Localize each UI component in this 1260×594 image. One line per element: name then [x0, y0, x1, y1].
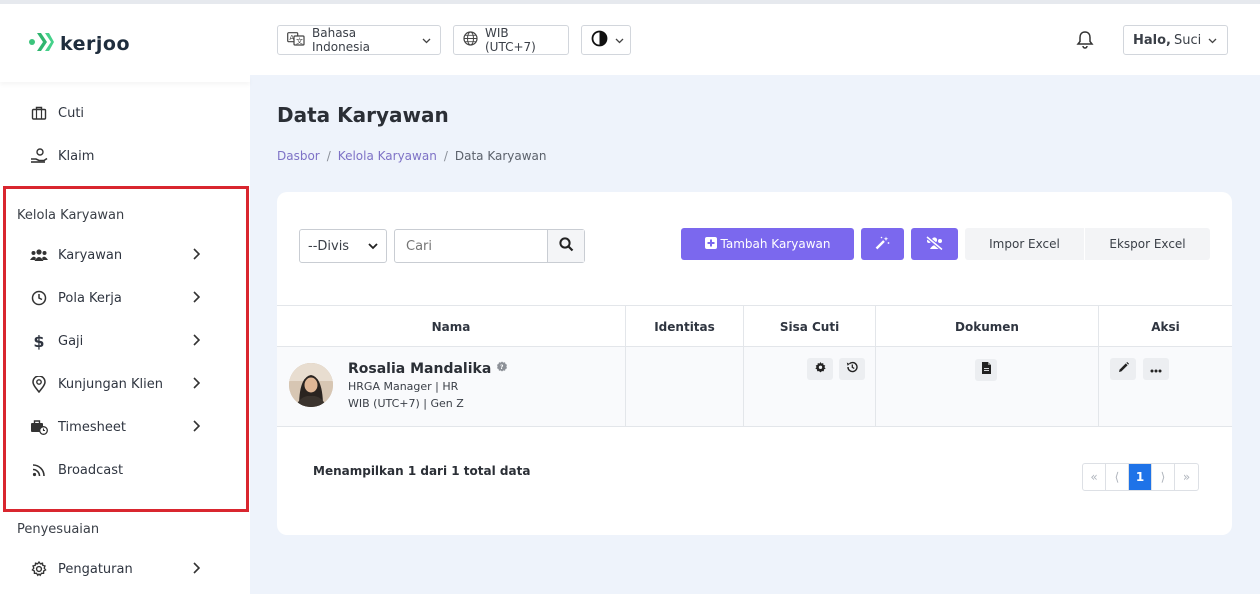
- employee-meta: WIB (UTC+7) | Gen Z: [348, 397, 464, 410]
- pagination-page-1[interactable]: 1: [1129, 464, 1152, 490]
- verified-badge-icon: ?: [496, 361, 508, 377]
- pagination-prev[interactable]: ⟨: [1106, 464, 1129, 490]
- search-group: [394, 229, 585, 263]
- edit-button[interactable]: [1110, 358, 1136, 380]
- sidebar-item-label: Klaim: [58, 148, 95, 164]
- breadcrumb-kelola-karyawan[interactable]: Kelola Karyawan: [338, 149, 437, 163]
- column-header-aksi: Aksi: [1151, 320, 1180, 334]
- add-employee-label: Tambah Karyawan: [720, 237, 831, 251]
- breadcrumb-current: Data Karyawan: [454, 149, 547, 163]
- breadcrumb-dasbor[interactable]: Dasbor: [277, 149, 320, 163]
- svg-text:文: 文: [296, 36, 303, 45]
- sidebar-item-cuti[interactable]: Cuti: [30, 104, 210, 122]
- chevron-down-icon: [368, 239, 378, 254]
- section-penyesuaian: Penyesuaian: [17, 522, 100, 537]
- logo[interactable]: kerjoo: [28, 30, 130, 58]
- magic-wand-button[interactable]: [861, 228, 904, 260]
- employee-name[interactable]: Rosalia Mandalika ?: [348, 361, 508, 377]
- magic-wand-icon: [875, 236, 890, 253]
- table-row: Rosalia Mandalika ? HRGA Manager | HR WI…: [277, 347, 1232, 427]
- export-excel-button[interactable]: Ekspor Excel: [1085, 228, 1210, 260]
- search-icon: [558, 236, 574, 256]
- sidebar: kerjoo Cuti Klaim Kelola Karyawan Karyaw…: [0, 4, 250, 594]
- cell-identitas: [626, 347, 744, 427]
- pagination-first[interactable]: «: [1083, 464, 1106, 490]
- division-select[interactable]: --Divis: [299, 229, 387, 263]
- svg-text:?: ?: [500, 364, 504, 371]
- highlight-box: [3, 186, 249, 512]
- bell-icon[interactable]: [1076, 30, 1094, 53]
- employee-position: HRGA Manager | HR: [348, 380, 459, 393]
- document-button[interactable]: [975, 359, 997, 381]
- pagination-next[interactable]: ⟩: [1152, 464, 1175, 490]
- user-menu[interactable]: Halo, Suci: [1123, 25, 1228, 55]
- translate-icon: A文: [287, 31, 305, 49]
- page-title: Data Karyawan: [277, 103, 449, 127]
- language-label: Bahasa Indonesia: [312, 26, 371, 54]
- column-header-dokumen[interactable]: Dokumen: [876, 306, 1099, 348]
- sidebar-item-label: Cuti: [58, 105, 85, 121]
- pagination-last[interactable]: »: [1175, 464, 1198, 490]
- search-input[interactable]: [395, 230, 547, 262]
- breadcrumb: Dasbor / Kelola Karyawan / Data Karyawan: [277, 149, 547, 163]
- language-dropdown[interactable]: A文 Bahasa Indonesia: [277, 25, 441, 55]
- table-summary: Menampilkan 1 dari 1 total data: [313, 464, 531, 478]
- search-button[interactable]: [547, 230, 584, 262]
- globe-icon: [463, 31, 478, 49]
- division-select-value: --Divis: [308, 238, 350, 254]
- gear-icon: [30, 560, 48, 578]
- kerjoo-logo-icon: [28, 30, 54, 58]
- breadcrumb-separator: /: [326, 149, 331, 163]
- plus-square-icon: [704, 236, 717, 252]
- ellipsis-icon: [1150, 362, 1162, 377]
- leave-history-button[interactable]: [839, 358, 865, 380]
- chevron-down-icon: [615, 33, 624, 47]
- table-header: Nama Identitas Sisa Cuti Dokumen Aksi: [277, 305, 1232, 348]
- chevron-down-icon: [1208, 33, 1217, 48]
- leave-settings-button[interactable]: [807, 358, 833, 380]
- pencil-icon: [1118, 361, 1129, 377]
- users-slash-icon: [925, 235, 944, 253]
- more-actions-button[interactable]: [1143, 358, 1169, 380]
- sidebar-item-klaim[interactable]: Klaim: [30, 147, 210, 165]
- avatar[interactable]: [289, 363, 333, 407]
- pagination: « ⟨ 1 ⟩ »: [1082, 463, 1199, 491]
- hand-money-icon: [30, 147, 48, 165]
- add-employee-button[interactable]: Tambah Karyawan: [681, 228, 854, 260]
- chevron-right-icon: [192, 562, 201, 578]
- top-header: A文 Bahasa Indonesia WIB (UTC+7) Halo, Su…: [250, 4, 1260, 75]
- users-hidden-button[interactable]: [911, 228, 958, 260]
- employee-card: --Divis Tambah Karyawan Impor Excel Eksp…: [277, 192, 1232, 535]
- cell-aksi: [1099, 347, 1232, 427]
- import-excel-button[interactable]: Impor Excel: [965, 228, 1084, 260]
- theme-toggle[interactable]: [581, 25, 631, 55]
- briefcase-icon: [30, 104, 48, 122]
- timezone-label: WIB (UTC+7): [485, 26, 536, 54]
- logo-text: kerjoo: [60, 33, 131, 55]
- history-icon: [846, 361, 858, 377]
- cell-nama: Rosalia Mandalika ? HRGA Manager | HR WI…: [277, 347, 626, 427]
- user-name: Suci: [1173, 32, 1202, 48]
- column-header-sisa-cuti[interactable]: Sisa Cuti: [744, 306, 876, 348]
- timezone-button[interactable]: WIB (UTC+7): [453, 25, 569, 55]
- chevron-down-icon: [422, 33, 431, 47]
- greeting-label: Halo,: [1133, 32, 1171, 48]
- logo-divider: [0, 76, 250, 82]
- document-icon: [981, 362, 991, 378]
- sidebar-item-pengaturan[interactable]: Pengaturan: [30, 560, 210, 578]
- contrast-icon: [591, 30, 608, 50]
- column-header-nama[interactable]: Nama: [277, 306, 626, 348]
- cell-dokumen: [876, 347, 1099, 427]
- cell-sisa-cuti: [744, 347, 876, 427]
- breadcrumb-separator: /: [443, 149, 448, 163]
- gear-icon: [814, 361, 826, 377]
- sidebar-item-label: Pengaturan: [58, 561, 133, 577]
- column-header-identitas[interactable]: Identitas: [626, 306, 744, 348]
- employee-name-text: Rosalia Mandalika: [348, 361, 492, 377]
